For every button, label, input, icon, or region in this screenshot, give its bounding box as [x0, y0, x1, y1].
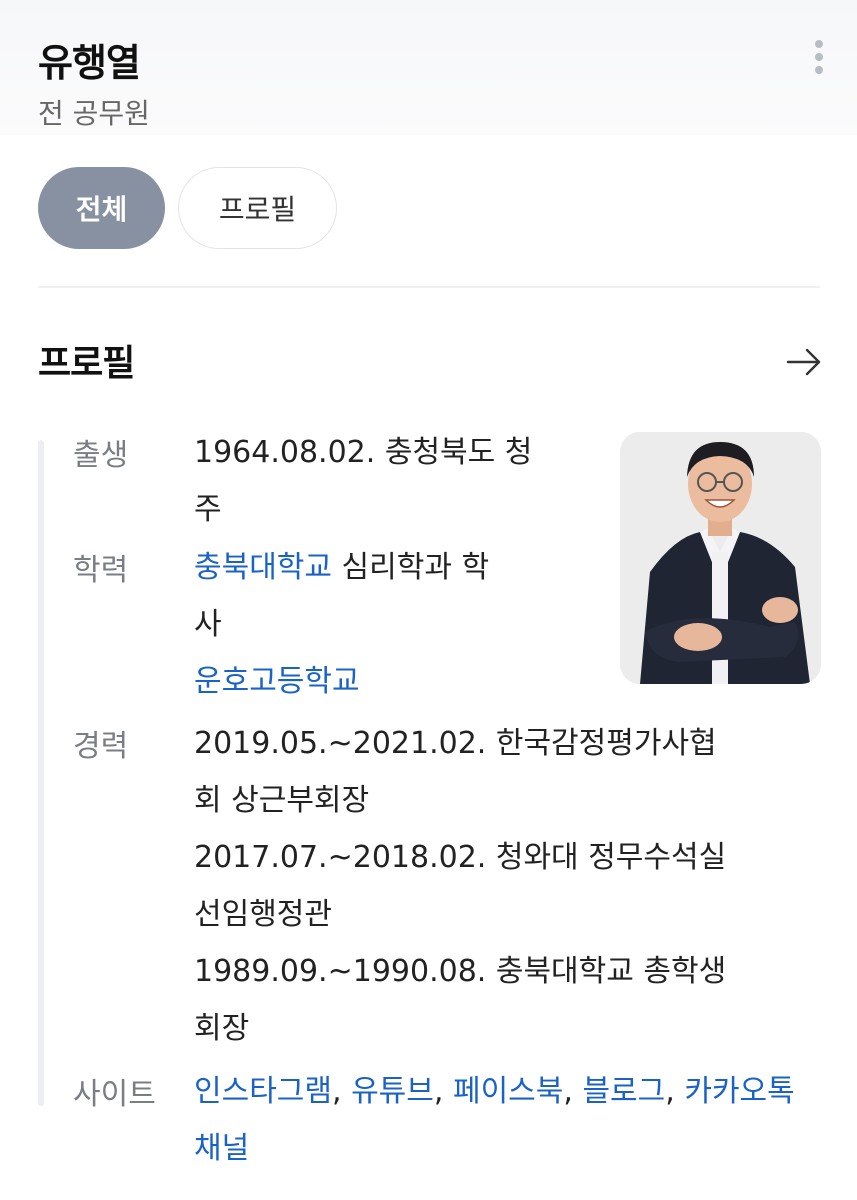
divider	[38, 286, 820, 288]
education-line-1: 충북대학교 심리학과 학	[194, 539, 489, 596]
separator: ,	[332, 1074, 352, 1109]
career-item: 2017.07.~2018.02. 청와대 정무수석실 선임행정관	[194, 829, 726, 943]
birth-label: 출생	[73, 438, 129, 473]
site-link-instagram[interactable]: 인스타그램	[194, 1074, 332, 1109]
career-item-line: 2017.07.~2018.02. 청와대 정무수석실	[194, 840, 727, 875]
education-label: 학력	[73, 553, 129, 588]
separator: ,	[433, 1074, 453, 1109]
education-line-2: 사	[194, 607, 222, 642]
sites-label: 사이트	[73, 1077, 156, 1112]
more-vertical-icon[interactable]	[811, 40, 827, 80]
birth-line-1: 1964.08.02. 충청북도 청	[194, 435, 533, 470]
career-item-line: 선임행정관	[194, 897, 332, 932]
education-line-3: 운호고등학교	[194, 653, 489, 710]
career-item-line: 2019.05.~2021.02. 한국감정평가사협	[194, 726, 717, 761]
career-item: 2019.05.~2021.02. 한국감정평가사협 회 상근부회장	[194, 715, 726, 829]
education-value: 충북대학교 심리학과 학 사 운호고등학교	[194, 539, 489, 710]
site-link-youtube[interactable]: 유튜브	[351, 1074, 434, 1109]
site-link-facebook[interactable]: 페이스북	[453, 1074, 563, 1109]
school-link-chungbuk[interactable]: 충북대학교	[194, 550, 332, 585]
birth-value: 1964.08.02. 충청북도 청 주	[194, 424, 532, 538]
site-link-blog[interactable]: 블로그	[582, 1074, 665, 1109]
career-item-line: 1989.09.~1990.08. 충북대학교 총학생	[194, 954, 727, 989]
profile-photo-image	[620, 432, 821, 684]
arrow-right-icon[interactable]	[786, 344, 822, 380]
education-rest-1: 심리학과 학	[332, 550, 490, 585]
separator: ,	[563, 1074, 583, 1109]
tab-profile[interactable]: 프로필	[178, 167, 337, 249]
separator: ,	[665, 1074, 685, 1109]
career-label: 경력	[73, 729, 129, 764]
sites-value: 인스타그램, 유튜브, 페이스북, 블로그, 카카오톡채널	[194, 1063, 804, 1177]
header: 유행열 전 공무원	[0, 0, 857, 135]
section-title-profile: 프로필	[38, 343, 135, 384]
tab-all[interactable]: 전체	[38, 167, 165, 249]
career-value: 2019.05.~2021.02. 한국감정평가사협 회 상근부회장 2017.…	[194, 715, 726, 1057]
profile-photo[interactable]	[620, 432, 821, 684]
career-item: 1989.09.~1990.08. 충북대학교 총학생 회장	[194, 943, 726, 1057]
person-name: 유행열	[38, 41, 141, 85]
person-subtitle: 전 공무원	[38, 97, 150, 130]
birth-line-2: 주	[194, 492, 222, 527]
school-link-unho[interactable]: 운호고등학교	[194, 664, 360, 699]
section-left-bar	[38, 440, 44, 1106]
career-item-line: 회 상근부회장	[194, 783, 370, 818]
career-item-line: 회장	[194, 1011, 250, 1046]
